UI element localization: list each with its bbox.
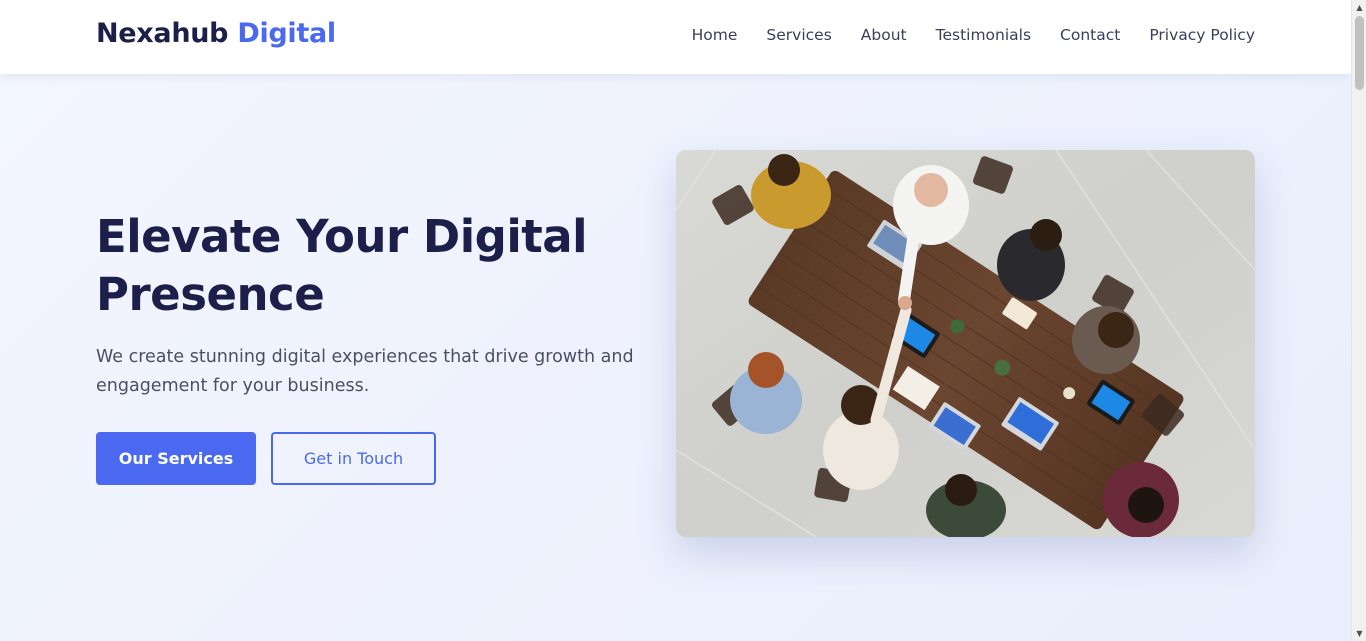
hero-image [676,150,1255,537]
hero-description: We create stunning digital experiences t… [96,347,634,396]
nav-about[interactable]: About [861,26,907,44]
logo-main: Nexahub [96,18,229,49]
main-nav: Home Services About Testimonials Contact… [692,26,1255,44]
logo-accent: Digital [237,18,336,49]
team-meeting-illustration [676,150,1255,537]
triangle-down-icon[interactable]: ▼ [1352,626,1366,641]
page: Nexahub Digital Home Services About Test… [0,0,1351,641]
nav-contact[interactable]: Contact [1060,26,1120,44]
triangle-up-icon[interactable]: ▲ [1352,0,1366,15]
nav-testimonials[interactable]: Testimonials [936,26,1031,44]
nav-home[interactable]: Home [692,26,738,44]
get-in-touch-button[interactable]: Get in Touch [271,432,436,485]
scrollbar-thumb[interactable] [1355,16,1364,90]
logo[interactable]: Nexahub Digital [96,18,336,49]
vertical-scrollbar[interactable]: ▲ ▼ [1351,0,1366,641]
nav-privacy-policy[interactable]: Privacy Policy [1149,26,1255,44]
our-services-button[interactable]: Our Services [96,432,256,485]
hero-title: Elevate Your Digital Presence [96,210,588,321]
site-header: Nexahub Digital Home Services About Test… [0,0,1351,74]
nav-services[interactable]: Services [766,26,831,44]
